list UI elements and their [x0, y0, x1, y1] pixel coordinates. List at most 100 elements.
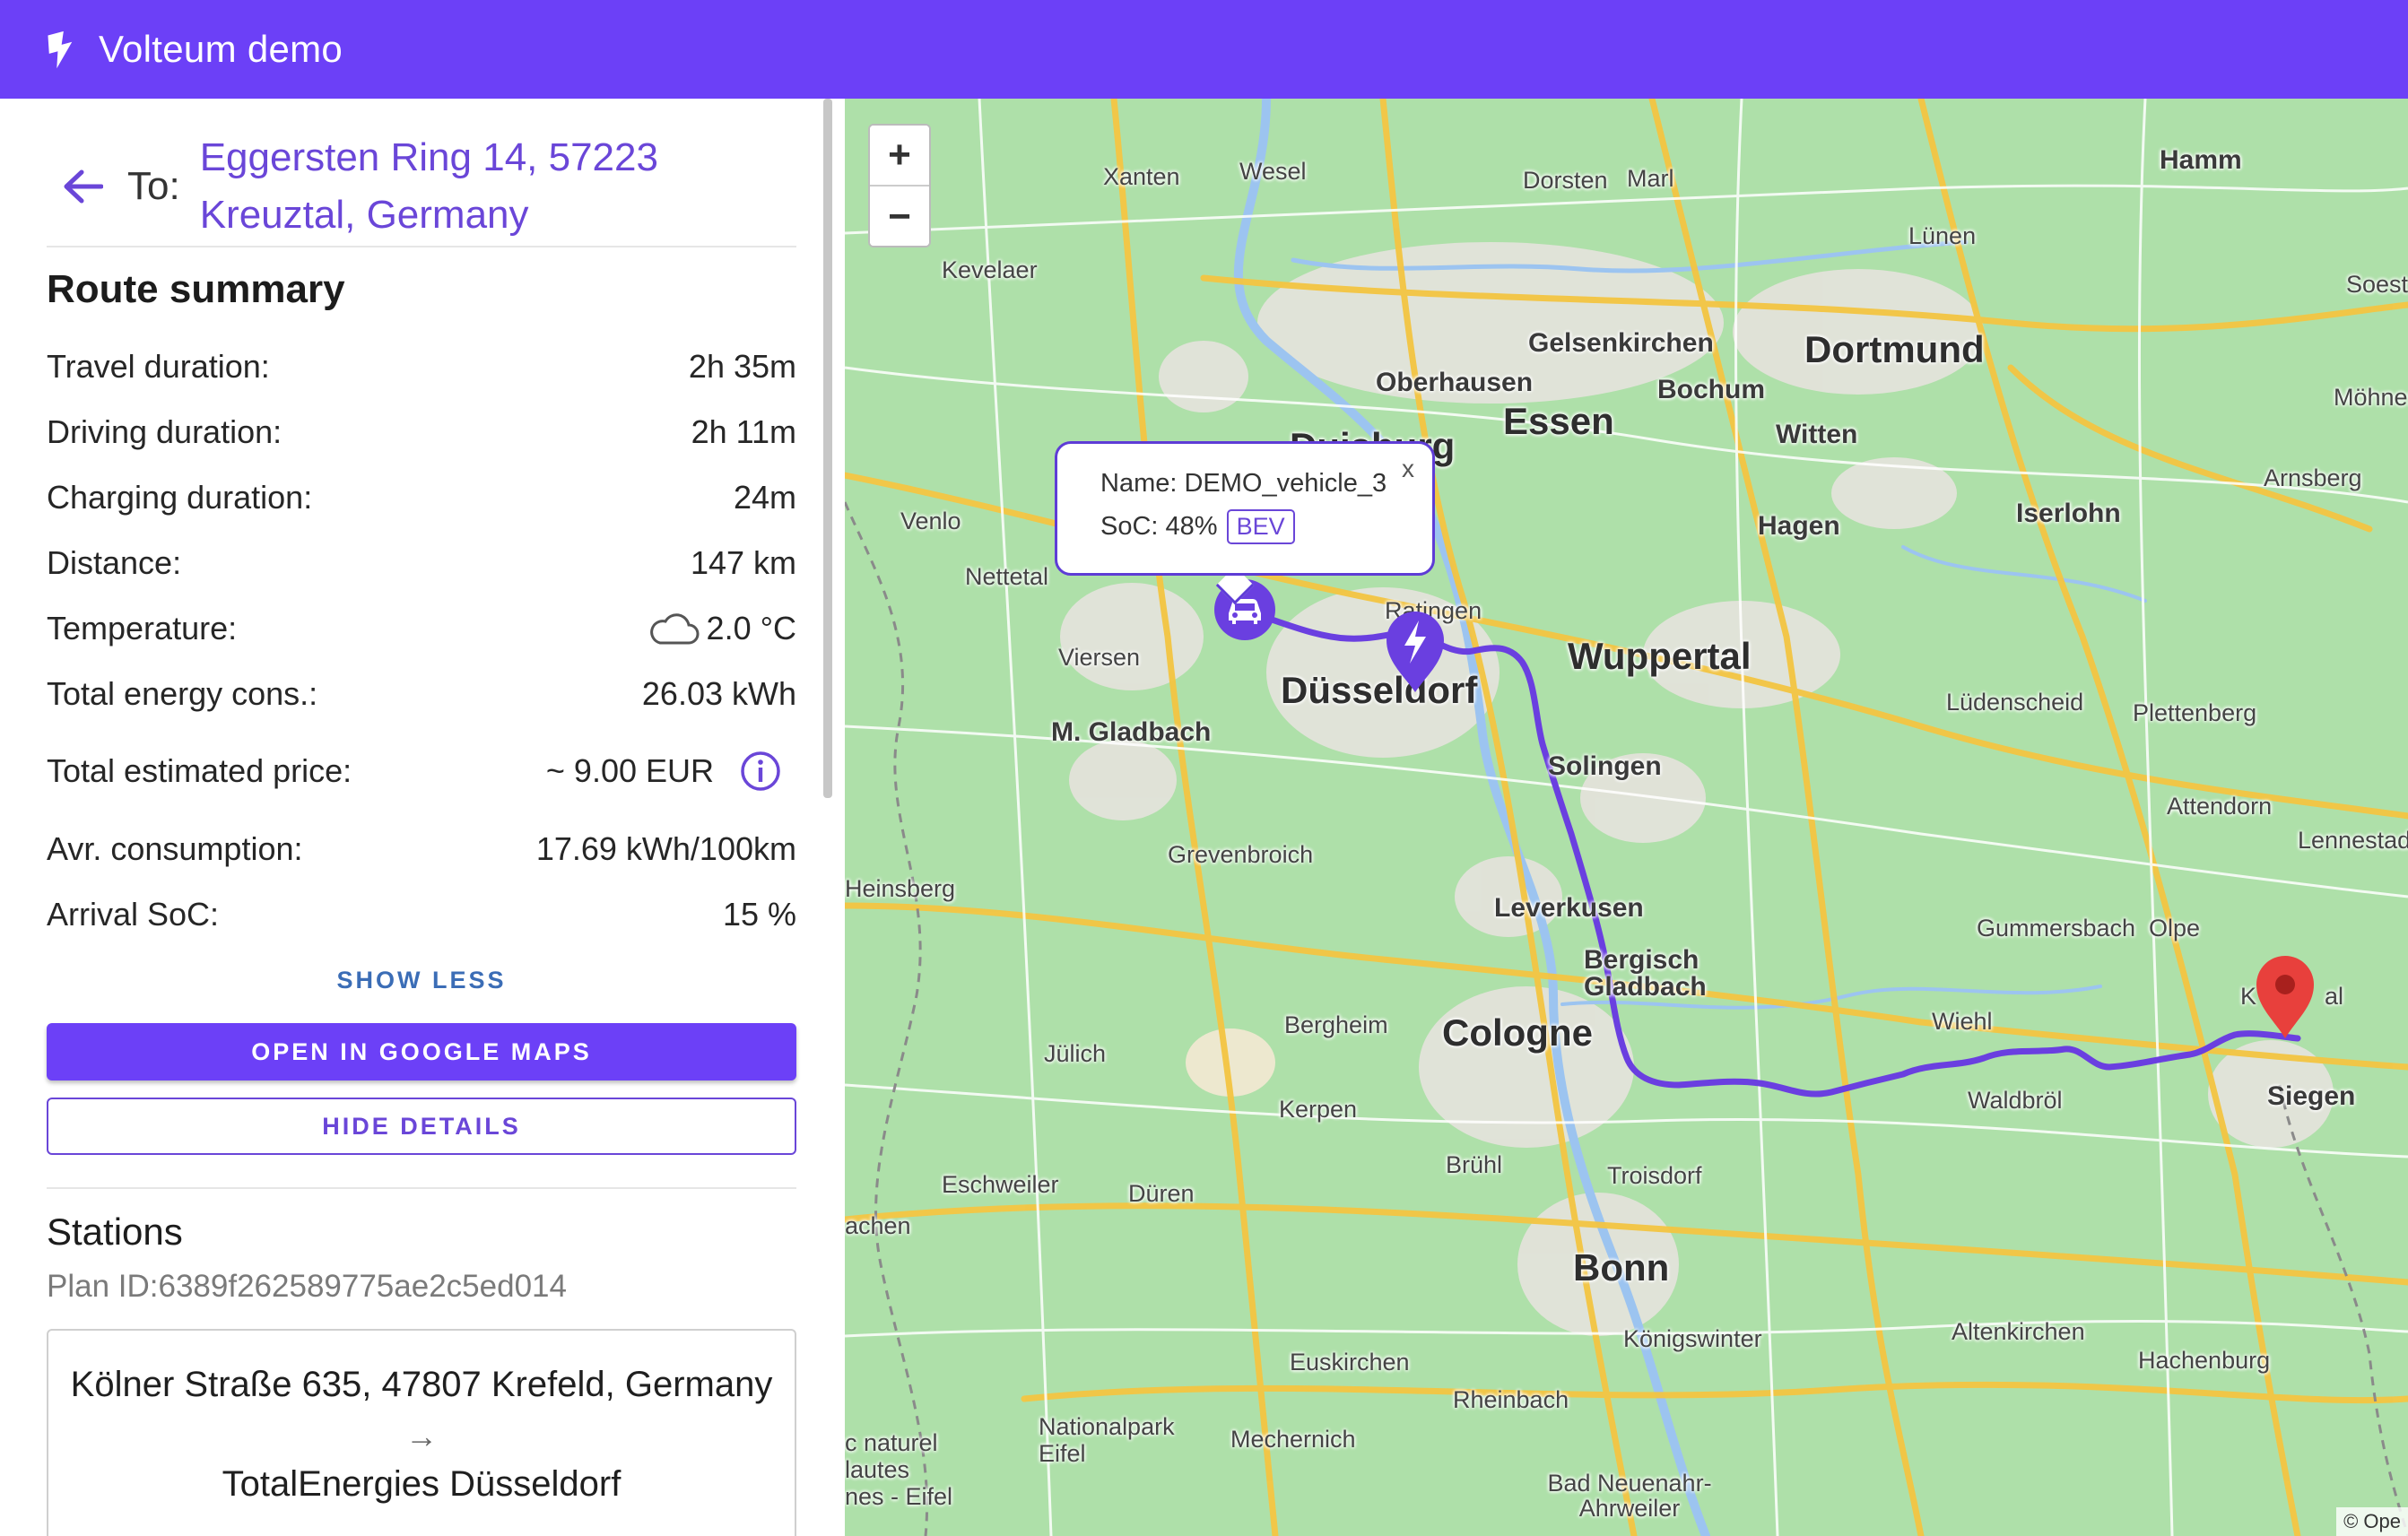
- city-label-koenigswinter: Königswinter: [1623, 1325, 1762, 1352]
- city-label-oberhausen: Oberhausen: [1376, 368, 1534, 397]
- city-label-moenchengladbach: M. Gladbach: [1051, 717, 1212, 747]
- popup-soc: SoC: 48%: [1100, 512, 1218, 541]
- park-label-lautes: lautes: [845, 1456, 910, 1483]
- route-summary-title: Route summary: [47, 267, 345, 311]
- city-label-attendorn: Attendorn: [2167, 793, 2273, 820]
- city-label-dortmund: Dortmund: [1804, 328, 1985, 370]
- city-label-nettetal: Nettetal: [965, 563, 1049, 590]
- temperature-value: 2.0 °C: [706, 609, 796, 647]
- location-pin-icon: [2256, 956, 2314, 1038]
- summary-label: Total energy cons.:: [47, 674, 318, 712]
- zoom-in-button[interactable]: +: [870, 126, 929, 187]
- summary-row-avg-consumption: Avr. consumption: 17.69 kWh/100km: [47, 816, 796, 881]
- city-label-eschweiler: Eschweiler: [942, 1171, 1059, 1198]
- charging-bolt-icon: [1387, 612, 1444, 692]
- bolt-logo-icon: [41, 29, 83, 70]
- city-label-witten: Witten: [1776, 420, 1858, 449]
- popup-vehicle-name: Name: DEMO_vehicle_3: [1100, 469, 1387, 498]
- city-label-bad-neuenahr: Bad Neuenahr-Ahrweiler: [1547, 1470, 1712, 1522]
- route-map[interactable]: Düsseldorf Cologne Essen Dortmund Wupper…: [845, 99, 2408, 1536]
- city-label-hamm: Hamm: [2160, 145, 2242, 175]
- city-label-hachenburg: Hachenburg: [2138, 1347, 2271, 1374]
- city-label-gummersbach: Gummersbach: [1977, 915, 2136, 942]
- vehicle-popup: x Name: DEMO_vehicle_3 SoC: 48% BEV: [1055, 441, 1435, 576]
- city-label-bergisch-gladbach: Bergisch Gladbach: [1584, 945, 1707, 1002]
- destination-address[interactable]: Eggersten Ring 14, 57223 Kreuztal, Germa…: [200, 129, 738, 244]
- summary-label: Driving duration:: [47, 412, 283, 450]
- summary-row-arrival-soc: Arrival SoC: 15 %: [47, 881, 796, 947]
- city-label-leverkusen: Leverkusen: [1494, 893, 1644, 923]
- route-summary-list: Travel duration: 2h 35m Driving duration…: [47, 334, 796, 947]
- summary-value: 17.69 kWh/100km: [535, 829, 796, 867]
- price-value: ~ 9.00 EUR: [545, 752, 714, 789]
- city-label-siegen: Siegen: [2267, 1081, 2356, 1111]
- summary-value: 2h 35m: [688, 347, 796, 385]
- summary-value-price: ~ 9.00 EUR: [546, 750, 796, 793]
- popup-soc-line: SoC: 48% BEV: [1100, 509, 1432, 544]
- info-icon[interactable]: [739, 750, 782, 793]
- city-label-mechernich: Mechernich: [1230, 1426, 1356, 1453]
- city-label-xanten: Xanten: [1103, 163, 1180, 190]
- summary-value: 147 km: [690, 543, 796, 581]
- city-label-kevelaer: Kevelaer: [942, 256, 1038, 283]
- station-from-address: Kölner Straße 635, 47807 Krefeld, German…: [70, 1365, 773, 1404]
- city-label-solingen: Solingen: [1548, 751, 1662, 781]
- arrow-right-icon: →: [405, 1418, 438, 1454]
- city-label-dusseldorf: Düsseldorf: [1281, 669, 1478, 711]
- destination-marker[interactable]: [2255, 954, 2316, 1040]
- divider: [47, 246, 796, 247]
- park-label-naturel: c naturel: [845, 1429, 938, 1456]
- back-arrow-icon[interactable]: [47, 151, 118, 222]
- city-label-dorsten: Dorsten: [1523, 167, 1608, 194]
- summary-row-energy: Total energy cons.: 26.03 kWh: [47, 661, 796, 726]
- city-label-bergheim: Bergheim: [1284, 1011, 1388, 1038]
- city-label-bonn: Bonn: [1573, 1246, 1670, 1289]
- bev-badge: BEV: [1226, 509, 1295, 544]
- city-label-kerpen: Kerpen: [1279, 1096, 1358, 1123]
- city-label-venlo: Venlo: [900, 508, 961, 534]
- city-label-hagen: Hagen: [1758, 511, 1840, 541]
- summary-value-temperature: 2.0 °C: [648, 610, 796, 647]
- park-label-eifel: Nationalpark Eifel: [1039, 1413, 1175, 1467]
- charging-station-marker[interactable]: [1383, 608, 1447, 694]
- city-label-essen: Essen: [1503, 400, 1614, 442]
- summary-label: Travel duration:: [47, 347, 270, 385]
- summary-value: 2h 11m: [691, 412, 796, 450]
- divider: [47, 1187, 796, 1189]
- sidebar-scrollbar[interactable]: [823, 99, 832, 798]
- city-label-wiehl: Wiehl: [1932, 1008, 1993, 1035]
- city-label-marl: Marl: [1627, 165, 1674, 192]
- summary-label: Temperature:: [47, 609, 238, 647]
- cloud-icon: [648, 611, 700, 647]
- zoom-out-button[interactable]: −: [870, 187, 929, 246]
- open-google-maps-button[interactable]: OPEN IN GOOGLE MAPS: [47, 1023, 796, 1080]
- map-attribution[interactable]: © Ope: [2336, 1507, 2408, 1536]
- city-label-troisdorf: Troisdorf: [1607, 1162, 1702, 1189]
- city-label-luenen: Lünen: [1908, 222, 1977, 249]
- route-sidebar: To: Eggersten Ring 14, 57223 Kreuztal, G…: [0, 99, 845, 1536]
- city-label-bruehl: Brühl: [1446, 1151, 1503, 1178]
- city-label-altenkirchen: Altenkirchen: [1952, 1318, 2085, 1345]
- station-card[interactable]: Kölner Straße 635, 47807 Krefeld, German…: [47, 1329, 796, 1536]
- city-label-soest: Soest: [2346, 271, 2408, 298]
- city-label-gelsenkirchen: Gelsenkirchen: [1528, 328, 1714, 358]
- zoom-control: + −: [868, 124, 931, 247]
- show-less-button[interactable]: SHOW LESS: [47, 967, 796, 994]
- popup-close-button[interactable]: x: [1402, 455, 1414, 483]
- city-label-plettenberg: Plettenberg: [2133, 699, 2257, 726]
- city-label-kreuztal-end: al: [2325, 983, 2344, 1010]
- city-label-dueren: Düren: [1128, 1180, 1195, 1207]
- summary-label: Total estimated price:: [47, 752, 352, 789]
- summary-label: Arrival SoC:: [47, 895, 220, 933]
- city-label-bochum: Bochum: [1657, 375, 1765, 404]
- hide-details-button[interactable]: HIDE DETAILS: [47, 1098, 796, 1155]
- city-label-luedenscheid: Lüdenscheid: [1946, 689, 2084, 716]
- summary-value: 26.03 kWh: [641, 674, 796, 712]
- summary-row-price: Total estimated price: ~ 9.00 EUR: [47, 726, 796, 816]
- city-label-cologne: Cologne: [1442, 1011, 1593, 1054]
- city-label-viersen: Viersen: [1058, 644, 1141, 671]
- city-label-heinsberg: Heinsberg: [845, 875, 956, 902]
- city-label-olpe: Olpe: [2149, 915, 2201, 942]
- city-label-moehnesee: Möhnes: [2334, 384, 2408, 411]
- summary-row-distance: Distance: 147 km: [47, 530, 796, 595]
